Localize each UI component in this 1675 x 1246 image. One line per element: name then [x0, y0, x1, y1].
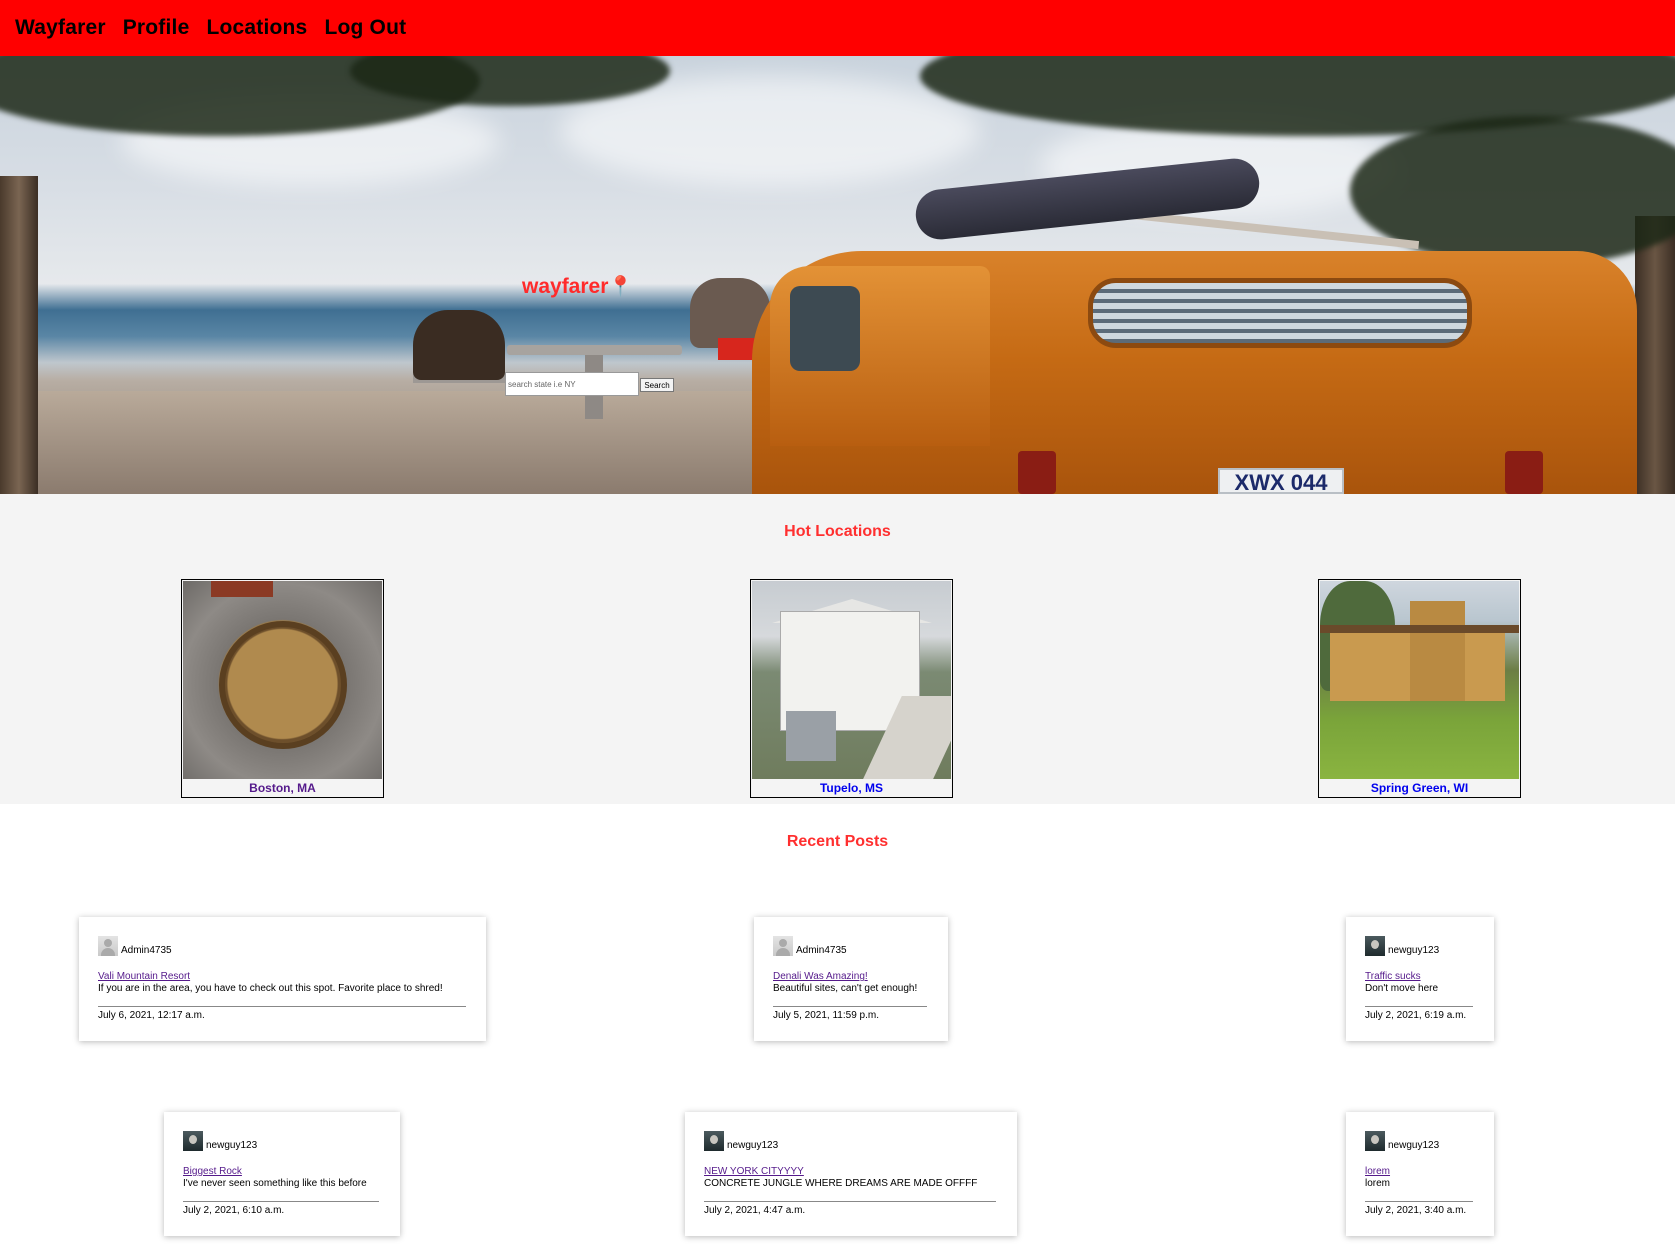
post-divider — [1365, 1201, 1473, 1202]
default-avatar-icon — [98, 936, 118, 956]
post-author: newguy123 — [1365, 1131, 1439, 1151]
post-date: July 2, 2021, 3:40 a.m. — [1365, 1205, 1467, 1216]
post-body: Don't move here — [1365, 983, 1439, 994]
post-divider — [1365, 1006, 1473, 1007]
hero-banner: XWX 044 wayfarer📍 Search — [0, 56, 1675, 494]
user-photo-avatar — [1365, 1131, 1385, 1151]
search-input[interactable] — [505, 372, 639, 396]
license-plate: XWX 044 — [1218, 468, 1344, 494]
post-author: newguy123 — [704, 1131, 778, 1151]
post-divider — [98, 1006, 466, 1007]
nav-logout-link[interactable]: Log Out — [324, 16, 406, 40]
post-date: July 2, 2021, 4:47 a.m. — [704, 1205, 806, 1216]
search-button[interactable]: Search — [640, 378, 674, 392]
location-card-boston[interactable]: Boston, MA — [181, 579, 384, 798]
post-body: If you are in the area, you have to chec… — [98, 983, 443, 994]
map-pin-icon: 📍 — [608, 276, 634, 298]
post-divider — [183, 1201, 379, 1202]
post-username: newguy123 — [206, 1140, 258, 1151]
post-author: Admin4735 — [773, 936, 847, 956]
post-title-link[interactable]: Biggest Rock — [183, 1166, 242, 1177]
post-author: newguy123 — [1365, 936, 1439, 956]
post-date: July 2, 2021, 6:10 a.m. — [183, 1205, 285, 1216]
post-username: Admin4735 — [121, 945, 172, 956]
post-title-link[interactable]: NEW YORK CITYYYY — [704, 1166, 804, 1177]
recent-posts-title: Recent Posts — [786, 833, 889, 850]
hero-title-text: wayfarer — [522, 275, 609, 298]
default-avatar-icon — [773, 936, 793, 956]
post-title-link[interactable]: Denali Was Amazing! — [773, 971, 868, 982]
post-username: Admin4735 — [796, 945, 847, 956]
post-card[interactable]: newguy123 lorem lorem July 2, 2021, 3:40… — [1346, 1112, 1494, 1236]
post-card[interactable]: newguy123 Biggest Rock I've never seen s… — [164, 1112, 400, 1236]
post-body: CONCRETE JUNGLE WHERE DREAMS ARE MADE OF… — [704, 1178, 978, 1189]
post-divider — [773, 1006, 927, 1007]
post-username: newguy123 — [1388, 1140, 1440, 1151]
post-author: Admin4735 — [98, 936, 172, 956]
post-username: newguy123 — [727, 1140, 779, 1151]
post-body: Beautiful sites, can't get enough! — [773, 983, 918, 994]
location-card-tupelo[interactable]: Tupelo, MS — [750, 579, 953, 798]
post-divider — [704, 1201, 996, 1202]
nav-locations-link[interactable]: Locations — [206, 16, 307, 40]
post-date: July 5, 2021, 11:59 p.m. — [773, 1010, 879, 1021]
top-navbar: Wayfarer Profile Locations Log Out — [0, 0, 1675, 56]
user-photo-avatar — [183, 1131, 203, 1151]
nav-profile-link[interactable]: Profile — [123, 16, 190, 40]
user-photo-avatar — [704, 1131, 724, 1151]
post-card[interactable]: Admin4735 Vali Mountain Resort If you ar… — [79, 917, 486, 1041]
user-photo-avatar — [1365, 936, 1385, 956]
location-name: Boston, MA — [249, 781, 316, 795]
post-body: lorem — [1365, 1178, 1391, 1189]
location-card-spring-green[interactable]: Spring Green, WI — [1318, 579, 1521, 798]
post-username: newguy123 — [1388, 945, 1440, 956]
post-card[interactable]: newguy123 NEW YORK CITYYYY CONCRETE JUNG… — [685, 1112, 1017, 1236]
tupelo-location-image — [752, 581, 951, 779]
post-title-link[interactable]: Vali Mountain Resort — [98, 971, 190, 982]
post-date: July 6, 2021, 12:17 a.m. — [98, 1010, 205, 1021]
post-card[interactable]: Admin4735 Denali Was Amazing! Beautiful … — [754, 917, 948, 1041]
post-body: I've never seen something like this befo… — [183, 1178, 367, 1189]
hot-locations-title: Hot Locations — [784, 523, 891, 540]
post-card[interactable]: newguy123 Traffic sucks Don't move here … — [1346, 917, 1494, 1041]
post-author: newguy123 — [183, 1131, 257, 1151]
hero-title: wayfarer📍 — [522, 274, 633, 299]
location-name: Tupelo, MS — [819, 781, 884, 795]
post-title-link[interactable]: Traffic sucks — [1365, 971, 1421, 982]
nav-brand-link[interactable]: Wayfarer — [15, 16, 106, 40]
hot-locations-section: Hot Locations Boston, MA Tupelo, MS Spri… — [0, 494, 1675, 804]
spring-green-location-image — [1320, 581, 1519, 779]
post-date: July 2, 2021, 6:19 a.m. — [1365, 1010, 1467, 1021]
location-name: Spring Green, WI — [1370, 781, 1469, 795]
post-title-link[interactable]: lorem — [1365, 1166, 1390, 1177]
boston-location-image — [183, 581, 382, 779]
